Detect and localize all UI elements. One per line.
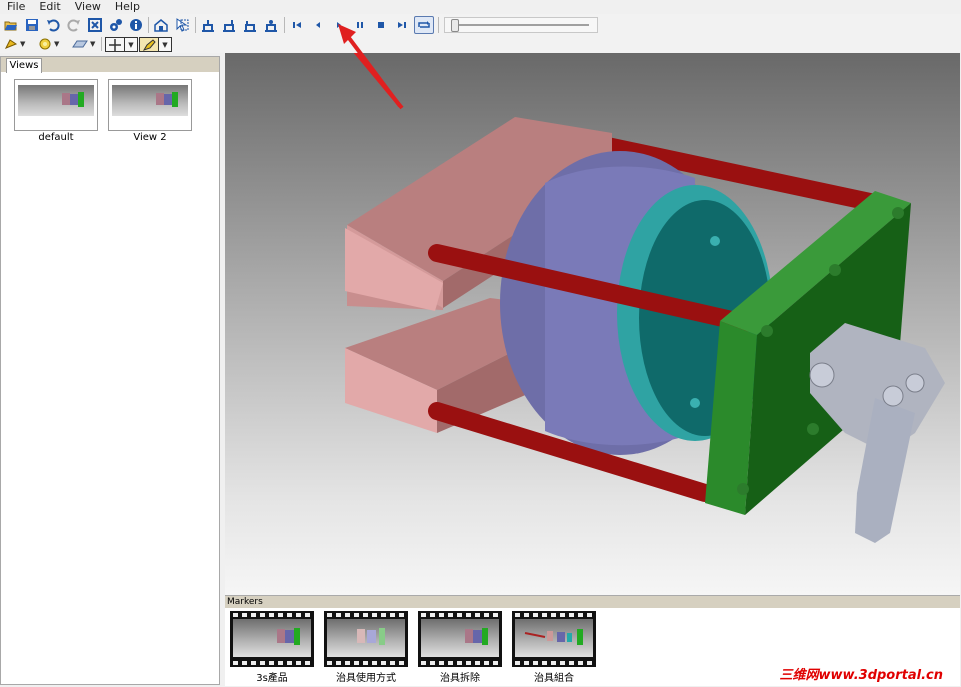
view-thumbnail-view-2[interactable] [108,79,192,131]
tab-views[interactable]: Views [6,58,42,73]
marker-thumbnail[interactable] [512,611,596,667]
front-view-icon[interactable] [200,17,216,33]
bolt-hole [829,264,841,276]
highlighter-icon [142,38,156,51]
view-preview-image [112,85,188,116]
highlight-tool-dropdown[interactable]: ▼ [158,37,172,52]
3d-viewport[interactable] [225,53,960,595]
menubar: File Edit View Help [0,0,961,14]
marker-label: 治具使用方式 [336,673,396,684]
3d-model-render[interactable] [225,53,960,595]
chevron-down-icon: ▼ [128,40,134,49]
plane-icon [72,40,88,48]
toolbar-separator [195,17,196,33]
chevron-down-icon: ▼ [20,40,26,48]
film-perforation [421,661,499,665]
film-perforation [515,661,593,665]
watermark-prefix: 三维网 [779,668,819,683]
marker-preview-image [515,619,593,657]
toolbar-separator [438,17,439,33]
render-mode-tool[interactable]: ▼ [38,37,59,51]
chevron-down-icon: ▼ [162,40,168,49]
marker-thumbnail[interactable] [230,611,314,667]
view-preview-image [18,85,94,116]
settings-icon[interactable] [108,17,124,33]
fit-icon[interactable] [87,17,103,33]
menu-edit[interactable]: Edit [32,0,67,14]
marker-preview-image [421,619,499,657]
menu-view[interactable]: View [68,0,108,14]
bolt-hole [807,423,819,435]
menu-help[interactable]: Help [108,0,147,14]
view-thumbnail-default[interactable] [14,79,98,131]
timeline-slider[interactable] [444,17,598,33]
bolt-hole [761,325,773,337]
render-mode-icon [39,38,51,50]
marker-label: 3s產品 [256,673,288,684]
toolbar-separator [101,37,102,51]
views-panel: Views default View 2 [0,56,220,685]
film-perforation [515,613,593,617]
light-icon [4,39,18,49]
chevron-down-icon: ▼ [54,40,60,48]
info-icon[interactable] [128,17,144,33]
select-icon[interactable] [174,17,190,33]
view-label: default [38,132,74,143]
bolt-hole [892,207,904,219]
redo-icon[interactable] [66,17,82,33]
bolt-hole [710,236,720,246]
film-perforation [327,661,405,665]
marker-preview-image [327,619,405,657]
marker-preview-image [233,619,311,657]
move-icon [109,38,121,51]
save-icon[interactable] [24,17,40,33]
chevron-down-icon: ▼ [90,40,96,48]
home-view-icon[interactable] [153,17,169,33]
move-tool-button[interactable] [105,37,125,52]
watermark: 三维网www.3dportal.cn [780,664,944,683]
menu-file[interactable]: File [0,0,32,14]
watermark-site: www.3dportal.cn [818,668,943,683]
previous-frame-icon[interactable] [310,17,326,33]
loop-icon[interactable] [414,16,434,34]
views-tabbar: Views [1,57,219,73]
top-view-icon[interactable] [242,17,258,33]
view-label: View 2 [133,132,167,143]
bolt-hole [690,398,700,408]
clamp-pivot [809,362,835,388]
clamp-pivot [882,385,904,407]
light-tool[interactable]: ▼ [4,37,25,51]
annotation-arrow-icon [338,24,402,108]
first-frame-icon[interactable] [289,17,305,33]
film-perforation [233,613,311,617]
marker-label: 治具組合 [534,673,574,684]
bolt-hole [737,483,749,495]
film-perforation [421,613,499,617]
bottom-view-icon[interactable] [263,17,279,33]
timeline-thumb[interactable] [450,19,459,32]
film-perforation [327,613,405,617]
marker-label: 治具拆除 [440,673,480,684]
marker-thumbnail[interactable] [418,611,502,667]
toolbar-separator [148,17,149,33]
undo-icon[interactable] [45,17,61,33]
highlight-tool-button[interactable] [139,37,159,52]
move-tool-dropdown[interactable]: ▼ [124,37,138,52]
section-plane-tool[interactable]: ▼ [72,37,95,51]
open-icon[interactable] [3,17,19,33]
toolbar-separator [284,17,285,33]
back-view-icon[interactable] [221,17,237,33]
markers-header: Markers [225,596,960,608]
timeline-track [451,24,589,26]
marker-thumbnail[interactable] [324,611,408,667]
film-perforation [233,661,311,665]
clamp-pivot [905,373,925,393]
